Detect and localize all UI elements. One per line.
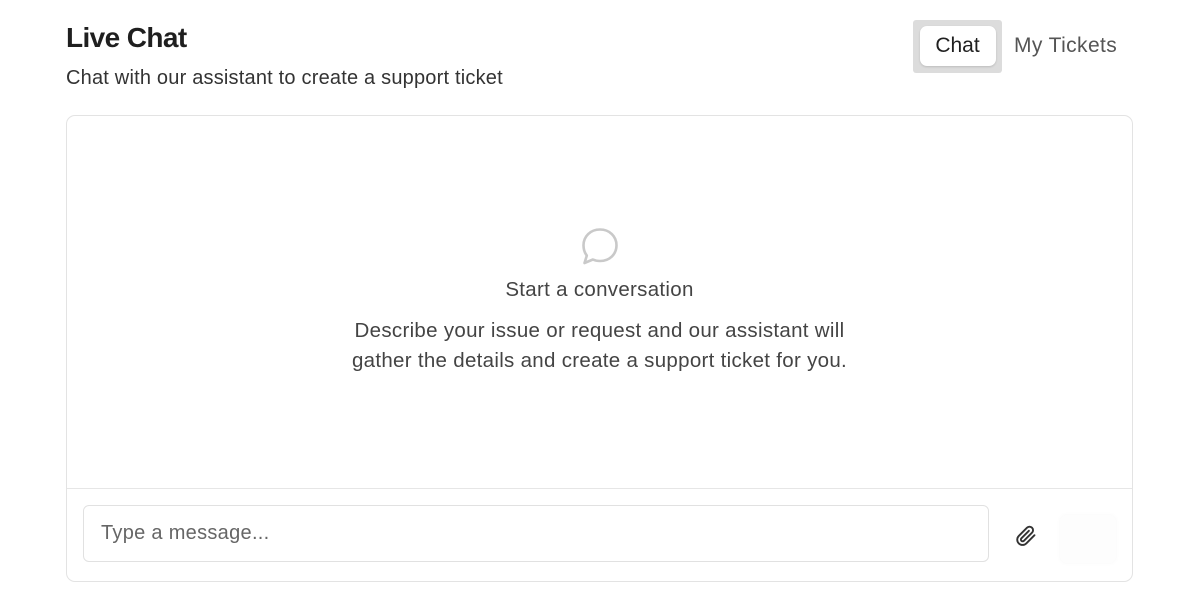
send-button[interactable] (1060, 515, 1116, 563)
tab-my-tickets[interactable]: My Tickets (1012, 33, 1119, 59)
paperclip-icon (1016, 525, 1036, 546)
empty-state: Start a conversation Describe your issue… (67, 226, 1132, 376)
live-chat-page: Live Chat Chat with our assistant to cre… (0, 0, 1200, 605)
tab-chat[interactable]: Chat (919, 26, 996, 66)
tab-chat-focus-ring: Chat (913, 19, 1002, 73)
page-title: Live Chat (66, 22, 187, 53)
page-subtitle: Chat with our assistant to create a supp… (66, 67, 503, 89)
empty-state-description: Describe your issue or request and our a… (351, 319, 848, 372)
message-input[interactable] (83, 505, 989, 562)
chat-panel: Start a conversation Describe your issue… (66, 115, 1133, 582)
view-tabs: Chat My Tickets (913, 19, 1119, 73)
empty-state-title: Start a conversation (505, 278, 694, 301)
chat-bubble-icon (581, 228, 618, 265)
attach-button[interactable] (1011, 521, 1041, 551)
message-composer (67, 488, 1132, 581)
